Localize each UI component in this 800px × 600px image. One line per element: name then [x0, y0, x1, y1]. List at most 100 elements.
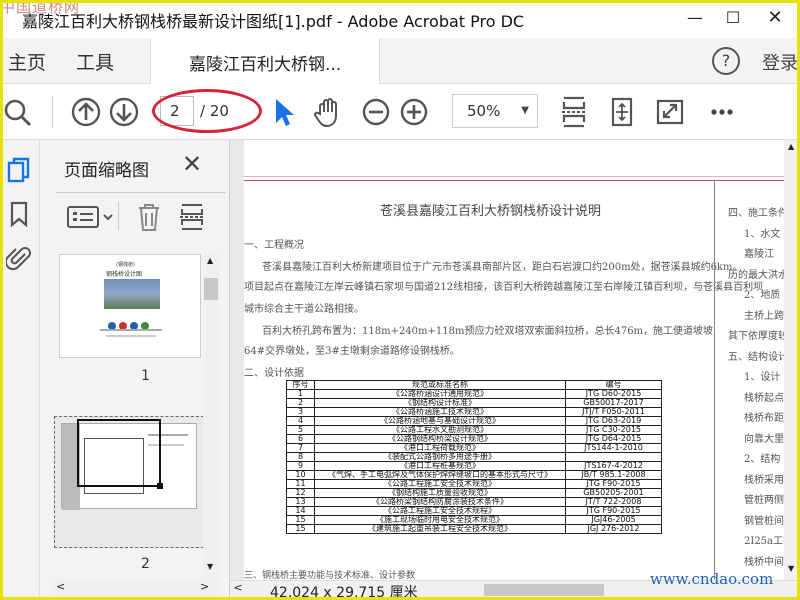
- right-column-line: 栈桥中间: [744, 556, 784, 568]
- right-column-line: 其下依厚度较: [728, 331, 788, 342]
- thumbnail-label-1: 1: [141, 368, 150, 384]
- scroll-up-icon[interactable]: ▲: [207, 256, 213, 265]
- minimize-button[interactable]: —: [680, 4, 710, 32]
- extract-pages-icon[interactable]: [178, 202, 206, 232]
- document-heading: 苍溪县嘉陵江百利大桥钢栈桥设计说明: [380, 204, 602, 219]
- thumbnail-line: [106, 335, 156, 337]
- toolbar: 2 / 20 50% ▼: [0, 84, 800, 140]
- thumbnail-page-1[interactable]: (钢栈桥) 钢栈桥设计图: [59, 254, 201, 358]
- login-button[interactable]: 登录: [762, 49, 798, 75]
- right-column-line: 历的最大洪水: [728, 269, 788, 281]
- scroll-down-icon[interactable]: ▼: [788, 564, 794, 573]
- panel-scrollbar[interactable]: ▲ ▼: [203, 252, 219, 582]
- table-cell: 15: [286, 524, 315, 534]
- paragraph-line: 城市综合主干道公路相接。: [244, 304, 364, 315]
- document-scrollbar[interactable]: ▲ ▼: [784, 140, 800, 580]
- search-icon[interactable]: [0, 94, 36, 130]
- right-column-line: 2、结构: [744, 454, 781, 465]
- attachment-icon[interactable]: [6, 244, 32, 272]
- table-cell: 《建筑施工起重吊装工程安全技术规范》: [314, 524, 566, 534]
- logo-row: [108, 315, 154, 330]
- right-column-line: 栈桥起点: [744, 392, 784, 404]
- standards-table: 序号 规范或标准名称 编号 1 《公路桥涵设计通用规范》 JTG D60-2015 2…: [286, 380, 662, 534]
- viewport-resize-handle[interactable]: [157, 483, 163, 489]
- scroll-right-icon[interactable]: >: [200, 580, 209, 593]
- close-window-button[interactable]: ✕: [760, 4, 790, 32]
- page-border-line: [244, 180, 800, 181]
- right-column-line: 嘉陵江: [744, 249, 774, 260]
- zoom-in-icon[interactable]: [396, 94, 432, 130]
- previous-page-icon[interactable]: [68, 94, 104, 130]
- thumbnail-line: [100, 329, 162, 331]
- tab-tools[interactable]: 工具: [76, 48, 114, 75]
- title-bar: 中国道桥网 嘉陵江百利大桥钢栈桥最新设计图纸[1].pdf - Adobe Ac…: [0, 0, 800, 38]
- paragraph-line: 64#交界墩处，至3#主墩剩余道路修设钢栈桥。: [244, 346, 460, 357]
- pdf-page: 苍溪县嘉陵江百利大桥钢栈桥设计说明 一、工程概况 苍溪县嘉陵江百利大桥新建项目位…: [244, 140, 800, 580]
- maximize-button[interactable]: ☐: [718, 4, 748, 32]
- page-border-line: [244, 176, 800, 177]
- toolbar-divider: [52, 96, 53, 128]
- tab-document[interactable]: 嘉陵江百利大桥钢...: [150, 38, 380, 84]
- table-cell: JGJ 276-2012: [565, 524, 662, 534]
- scroll-mode-icon[interactable]: [556, 94, 592, 130]
- more-options-icon[interactable]: [704, 94, 740, 130]
- right-column-line: 五、结构设计: [728, 351, 788, 363]
- table-row: 15 《建筑施工起重吊装工程安全技术规范》 JGJ 276-2012: [286, 524, 662, 534]
- thumbnail-text: (钢栈桥): [116, 262, 135, 268]
- navigation-rail: [0, 140, 40, 600]
- thumbnail-label-2: 2: [141, 556, 150, 572]
- bookmark-icon[interactable]: [6, 200, 32, 228]
- scroll-left-icon[interactable]: <: [56, 580, 65, 593]
- panel-horizontal-scrollbar[interactable]: < >: [50, 578, 222, 596]
- select-cursor-icon[interactable]: [266, 94, 302, 130]
- paragraph-line: 项目起点在嘉陵江左岸云峰镇石家坝与国道212线相接，该百利大桥跨越嘉陵江至右岸陵…: [244, 282, 764, 293]
- page-thumbnails-icon[interactable]: [6, 156, 32, 184]
- hand-tool-icon[interactable]: [310, 94, 346, 130]
- viewport-indicator[interactable]: [77, 419, 161, 487]
- annotation-ellipse: [152, 89, 262, 133]
- thumbnail-panel: 页面缩略图 ✕ (钢栈桥) 钢栈桥设计图 1 2 ▲ ▼ < >: [40, 140, 230, 600]
- tab-bar: 主页 工具 嘉陵江百利大桥钢... ? 登录: [0, 38, 800, 84]
- tab-document-label: 嘉陵江百利大桥钢...: [189, 55, 342, 75]
- bridge-photo: [104, 279, 160, 309]
- zoom-select[interactable]: 50% ▼: [452, 94, 538, 128]
- zoom-value: 50%: [467, 102, 501, 120]
- panel-divider: [56, 192, 226, 193]
- right-column-line: 1、水文: [744, 228, 781, 240]
- section-heading: 一、工程概况: [244, 240, 304, 251]
- help-icon[interactable]: ?: [712, 47, 740, 75]
- close-icon[interactable]: ✕: [182, 150, 202, 178]
- paragraph-line: 苍溪县嘉陵江百利大桥新建项目位于广元市苍溪县南部片区，距白石岩渡口约200m处，…: [262, 262, 743, 273]
- thumbnail-options-icon[interactable]: [66, 204, 116, 230]
- column-divider: [714, 180, 715, 580]
- page-size-readout: 42.024 x 29.715 厘米: [270, 585, 418, 600]
- next-page-icon[interactable]: [106, 94, 142, 130]
- panel-title: 页面缩略图: [64, 161, 149, 181]
- right-column-line: 1、设计: [744, 372, 781, 383]
- section-heading: 三、钢栈桥主要功能与技术标准、设计参数: [244, 571, 416, 580]
- paragraph-line: 百利大桥孔跨布置为：118m+240m+118m预应力砼双塔双索面斜拉桥，总长4…: [262, 326, 714, 337]
- window-title: 嘉陵江百利大桥钢栈桥最新设计图纸[1].pdf - Adobe Acrobat …: [22, 12, 525, 31]
- site-watermark-bottom: www.cndao.com: [650, 570, 774, 588]
- delete-icon[interactable]: [136, 202, 162, 232]
- tab-home[interactable]: 主页: [8, 48, 46, 75]
- thumbnail-page-2[interactable]: [54, 416, 204, 548]
- scroll-down-icon[interactable]: ▼: [207, 562, 213, 571]
- panel-toolbar-divider: [118, 202, 119, 230]
- section-heading: 二、设计依据: [244, 368, 304, 379]
- right-column-line: 四、施工条件: [728, 208, 788, 219]
- zoom-out-icon[interactable]: [358, 94, 394, 130]
- right-column-line: 栈桥采用: [744, 474, 784, 486]
- scroll-up-icon[interactable]: ▲: [788, 142, 794, 151]
- right-column-line: 2、地质: [744, 290, 781, 301]
- chevron-down-icon: ▼: [521, 105, 529, 116]
- panel-scroll-thumb[interactable]: [204, 278, 218, 300]
- thumbnail-text: 钢栈桥设计图: [106, 271, 143, 278]
- scroll-left-icon[interactable]: <: [230, 581, 246, 599]
- full-screen-icon[interactable]: [652, 94, 688, 130]
- right-column-line: 主桥上跨: [744, 310, 784, 322]
- document-view[interactable]: 苍溪县嘉陵江百利大桥钢栈桥设计说明 一、工程概况 苍溪县嘉陵江百利大桥新建项目位…: [230, 140, 800, 580]
- fit-page-icon[interactable]: [604, 94, 640, 130]
- horizontal-scroll-thumb[interactable]: [484, 584, 604, 596]
- table-cell: JTS144-1-2010: [565, 443, 662, 453]
